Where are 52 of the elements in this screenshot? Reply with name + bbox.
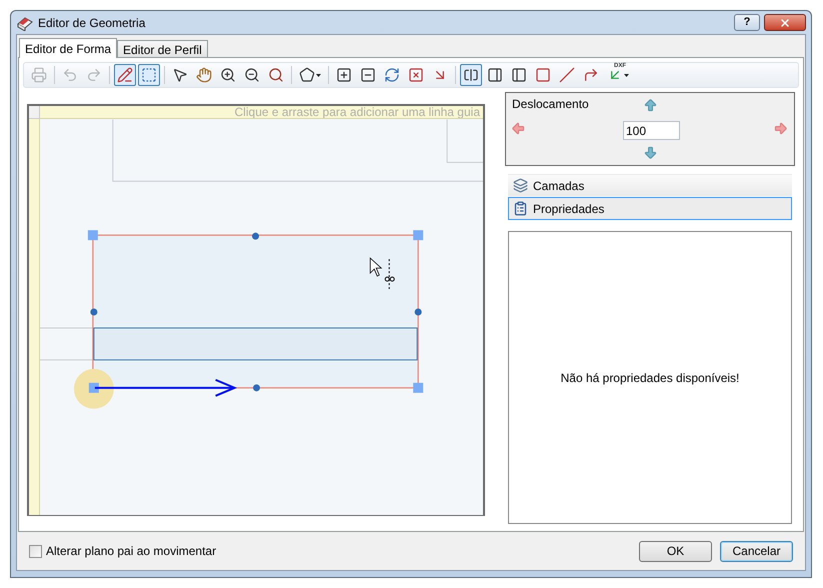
panel-icon [487, 67, 503, 83]
dialog-button[interactable]: OK [639, 540, 712, 562]
zoom-out-icon [244, 67, 260, 83]
square-minus-icon [360, 67, 376, 83]
redo-icon [86, 67, 102, 83]
empty-message: Não há propriedades disponíveis! [560, 370, 740, 386]
ruler-corner [29, 106, 40, 119]
eraser-icon [16, 14, 34, 30]
tab[interactable]: Editor de Perfil [117, 40, 208, 57]
checkbox[interactable] [29, 544, 42, 558]
midpoint-handle[interactable] [90, 308, 98, 316]
midpoint-handle[interactable] [252, 232, 259, 240]
down-arrow-icon[interactable] [643, 145, 658, 160]
undo-icon [62, 67, 78, 83]
help-button[interactable]: ? [734, 14, 760, 31]
close-icon [779, 16, 791, 28]
dialog-button[interactable]: Cancelar [720, 540, 793, 562]
dashed-square-icon [141, 67, 157, 83]
resize-handle[interactable] [413, 382, 424, 393]
cursor-icon [370, 257, 395, 290]
zoom-in-icon [220, 67, 236, 83]
refresh-icon [384, 67, 400, 83]
pencil-icon [117, 67, 133, 83]
printer-icon [31, 67, 47, 83]
hand-icon [196, 67, 212, 83]
offset-field[interactable]: 100 [623, 121, 680, 140]
tab[interactable]: Editor de Forma [19, 38, 118, 58]
midpoint-handle[interactable] [253, 384, 260, 392]
corner-icon [583, 67, 599, 83]
square-x-icon [408, 67, 424, 83]
slash-icon [559, 67, 575, 83]
midpoint-handle[interactable] [414, 308, 422, 316]
window-title: Editor de Geometria [38, 14, 146, 32]
pointer-icon [172, 67, 188, 83]
up-arrow-icon[interactable] [643, 98, 658, 113]
search-icon [268, 67, 284, 83]
toolbar-button[interactable] [460, 64, 482, 86]
section-header[interactable]: Camadas [508, 174, 792, 197]
close-button[interactable] [764, 14, 806, 31]
resize-handle[interactable] [88, 230, 98, 240]
panel-icon [511, 67, 527, 83]
resize-handle[interactable] [413, 230, 424, 240]
split-square-icon [463, 67, 479, 83]
square-plus-icon [336, 67, 352, 83]
clipboard-icon [513, 201, 528, 216]
checkbox-label: Alterar plano pai ao movimentar [46, 543, 218, 560]
snap-marker [74, 368, 114, 409]
layers-icon [513, 178, 528, 193]
pentagon-icon [299, 67, 315, 83]
offset-label: Deslocamento [512, 96, 589, 113]
section-header[interactable]: Propriedades [508, 197, 792, 220]
square-icon [535, 67, 551, 83]
